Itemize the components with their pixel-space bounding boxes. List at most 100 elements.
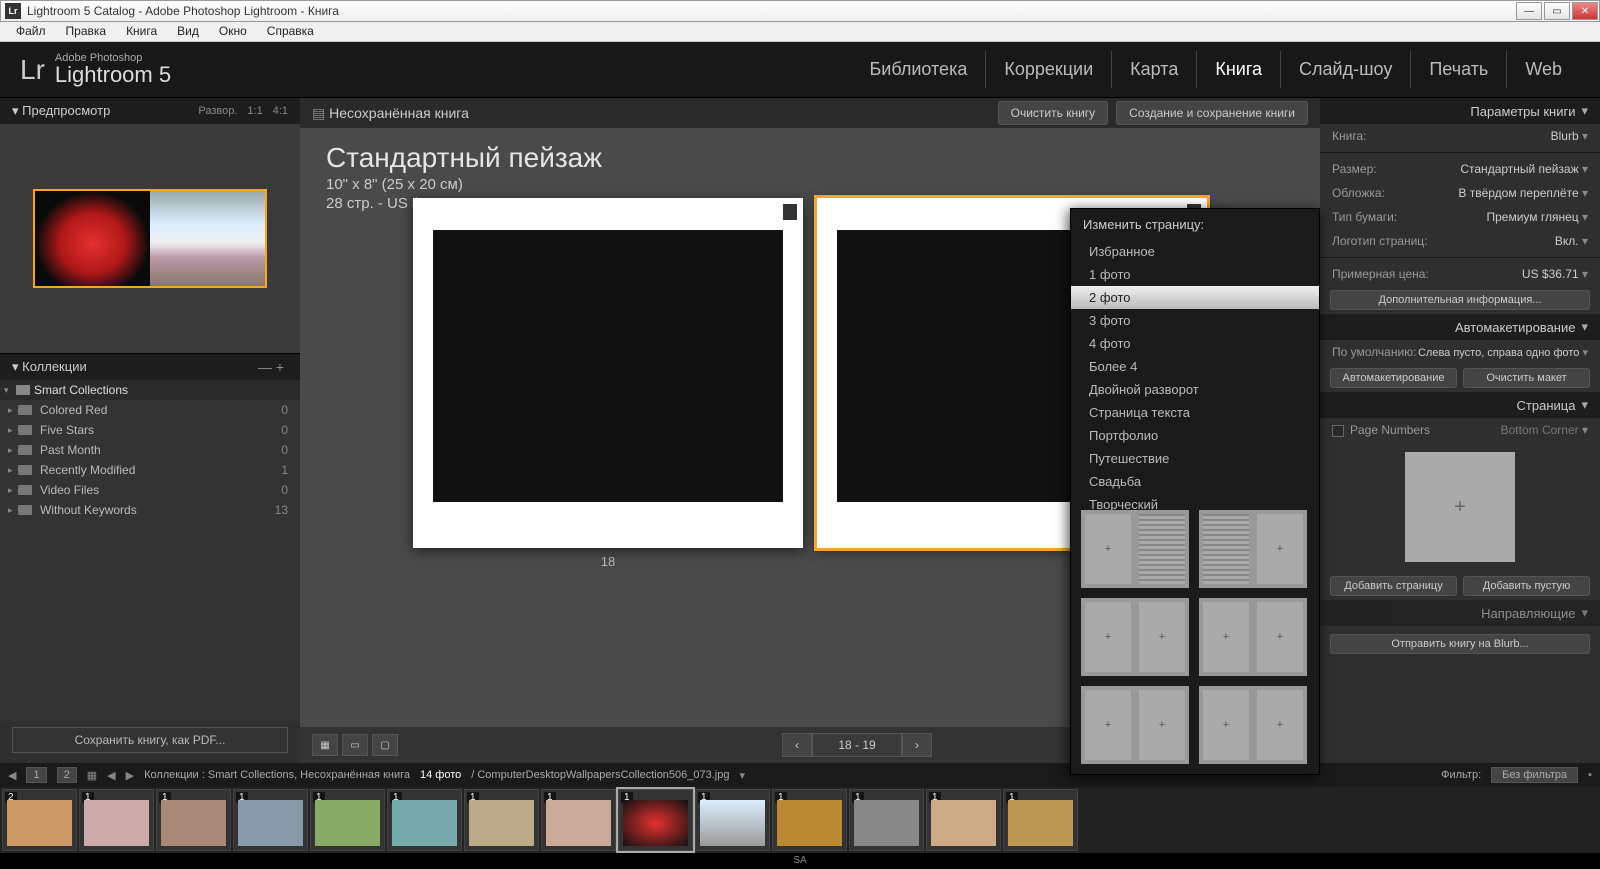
autolayout-button[interactable]: Автомакетирование (1330, 368, 1457, 388)
prop-paper[interactable]: Тип бумаги:Премиум глянец (1320, 205, 1600, 229)
module-develop[interactable]: Коррекции (986, 51, 1112, 88)
prop-book[interactable]: Книга:Blurb (1320, 124, 1600, 148)
module-library[interactable]: Библиотека (851, 51, 986, 88)
view-single-button[interactable]: ▢ (372, 734, 398, 756)
filmstrip-thumb[interactable]: 1 (926, 789, 1001, 851)
page-numbers-toggle[interactable]: Page NumbersBottom Corner (1320, 418, 1600, 442)
module-web[interactable]: Web (1507, 51, 1580, 88)
filmstrip-thumb[interactable]: 2 (2, 789, 77, 851)
nav-prev-icon[interactable]: ◀ (107, 769, 115, 782)
opt-2photo[interactable]: 2 фото (1071, 286, 1319, 309)
filmstrip-thumb[interactable]: 1 (464, 789, 539, 851)
menu-help[interactable]: Справка (257, 22, 324, 41)
view-grid-button[interactable]: ▦ (312, 734, 338, 756)
maximize-button[interactable]: ▭ (1544, 2, 1570, 20)
autolayout-default[interactable]: По умолчанию:Слева пусто, справа одно фо… (1320, 340, 1600, 364)
prop-logo[interactable]: Логотип страниц:Вкл. (1320, 229, 1600, 253)
add-blank-button[interactable]: Добавить пустую (1463, 576, 1590, 596)
filmstrip-thumb[interactable]: 1 (387, 789, 462, 851)
template-4[interactable]: ++ (1199, 598, 1307, 676)
template-1[interactable]: + (1081, 510, 1189, 588)
preview-panel-header[interactable]: ▾ Предпросмотр Развор. 1:1 4:1 (0, 98, 300, 124)
opt-4photo[interactable]: 4 фото (1071, 332, 1319, 355)
template-3[interactable]: ++ (1081, 598, 1189, 676)
prev-page-button[interactable]: ‹ (782, 733, 812, 757)
opt-portfolio[interactable]: Портфолио (1071, 424, 1319, 447)
filmstrip-thumb[interactable]: 1 (1003, 789, 1078, 851)
filter-lock-icon[interactable]: ▪ (1588, 769, 1592, 781)
smart-collections-folder[interactable]: ▾ Smart Collections (0, 380, 300, 400)
opt-textpage[interactable]: Страница текста (1071, 401, 1319, 424)
book-page-left[interactable] (413, 198, 803, 548)
book-params-header[interactable]: Параметры книги▾ (1320, 98, 1600, 124)
opt-more4[interactable]: Более 4 (1071, 355, 1319, 378)
collection-video-files[interactable]: ▸Video Files0 (0, 480, 300, 500)
menu-book[interactable]: Книга (116, 22, 167, 41)
page-left-image[interactable] (433, 230, 783, 502)
page-layout-preview[interactable]: + (1405, 452, 1515, 562)
menu-file[interactable]: Файл (6, 22, 56, 41)
clear-book-button[interactable]: Очистить книгу (998, 101, 1109, 125)
opt-travel[interactable]: Путешествие (1071, 447, 1319, 470)
menu-view[interactable]: Вид (167, 22, 209, 41)
module-map[interactable]: Карта (1112, 51, 1197, 88)
page-panel-header[interactable]: Страница▾ (1320, 392, 1600, 418)
opt-wedding[interactable]: Свадьба (1071, 470, 1319, 493)
collection-colored-red[interactable]: ▸Colored Red0 (0, 400, 300, 420)
preview-mode-spread[interactable]: Развор. (198, 105, 237, 117)
collection-recently-modified[interactable]: ▸Recently Modified1 (0, 460, 300, 480)
template-6[interactable]: ++ (1199, 686, 1307, 764)
preview-mode-4to1[interactable]: 4:1 (273, 105, 288, 117)
collection-five-stars[interactable]: ▸Five Stars0 (0, 420, 300, 440)
opt-doublespread[interactable]: Двойной разворот (1071, 378, 1319, 401)
filmstrip-thumb[interactable]: 1 (772, 789, 847, 851)
collection-past-month[interactable]: ▸Past Month0 (0, 440, 300, 460)
opt-1photo[interactable]: 1 фото (1071, 263, 1319, 286)
filter-dropdown[interactable]: Без фильтра (1491, 767, 1578, 783)
filmstrip-thumb[interactable]: 1 (849, 789, 924, 851)
more-info-button[interactable]: Дополнительная информация... (1330, 290, 1590, 310)
path-dropdown-icon[interactable]: ▾ (740, 769, 746, 782)
collection-minus-icon[interactable]: — (258, 359, 276, 375)
prop-cover[interactable]: Обложка:В твёрдом переплёте (1320, 181, 1600, 205)
prop-size[interactable]: Размер:Стандартный пейзаж (1320, 157, 1600, 181)
window-1[interactable]: 1 (26, 767, 46, 783)
preview-mode-1to1[interactable]: 1:1 (247, 105, 262, 117)
add-page-button[interactable]: Добавить страницу (1330, 576, 1457, 596)
template-2[interactable]: + (1199, 510, 1307, 588)
create-save-book-button[interactable]: Создание и сохранение книги (1116, 101, 1308, 125)
filmstrip-thumb[interactable]: 1 (541, 789, 616, 851)
autolayout-header[interactable]: Автомакетирование▾ (1320, 314, 1600, 340)
window-2[interactable]: 2 (57, 767, 77, 783)
collections-header[interactable]: ▾ Коллекции —+ (0, 354, 300, 380)
module-slideshow[interactable]: Слайд-шоу (1281, 51, 1411, 88)
template-5[interactable]: ++ (1081, 686, 1189, 764)
filmstrip-thumb[interactable]: 1 (310, 789, 385, 851)
clear-layout-button[interactable]: Очистить макет (1463, 368, 1590, 388)
preview-spread[interactable] (33, 189, 267, 288)
module-print[interactable]: Печать (1411, 51, 1507, 88)
menu-window[interactable]: Окно (209, 22, 257, 41)
filmstrip-thumb[interactable]: 1 (156, 789, 231, 851)
filmstrip-thumb[interactable]: 1 (79, 789, 154, 851)
collection-without-keywords[interactable]: ▸Without Keywords13 (0, 500, 300, 520)
send-to-blurb-button[interactable]: Отправить книгу на Blurb... (1330, 634, 1590, 654)
opt-3photo[interactable]: 3 фото (1071, 309, 1319, 332)
filmstrip-thumb[interactable]: 1 (618, 789, 693, 851)
opt-favorites[interactable]: Избранное (1071, 240, 1319, 263)
collection-path[interactable]: Коллекции : Smart Collections, Несохранё… (144, 769, 410, 781)
nav-next-icon[interactable]: ▶ (126, 769, 134, 782)
grid-icon[interactable]: ▦ (87, 769, 97, 782)
menu-edit[interactable]: Правка (56, 22, 117, 41)
next-page-button[interactable]: › (902, 733, 932, 757)
minimize-button[interactable]: — (1516, 2, 1542, 20)
module-book[interactable]: Книга (1197, 51, 1281, 88)
guides-header[interactable]: Направляющие▾ (1320, 600, 1600, 626)
collection-plus-icon[interactable]: + (276, 359, 288, 375)
save-as-pdf-button[interactable]: Сохранить книгу, как PDF... (12, 727, 288, 753)
filmstrip-thumb[interactable]: 1 (233, 789, 308, 851)
view-spread-button[interactable]: ▭ (342, 734, 368, 756)
window-left-icon[interactable]: ◀ (8, 769, 16, 782)
filmstrip-thumb[interactable]: 1 (695, 789, 770, 851)
checkbox-icon[interactable] (1332, 425, 1344, 437)
